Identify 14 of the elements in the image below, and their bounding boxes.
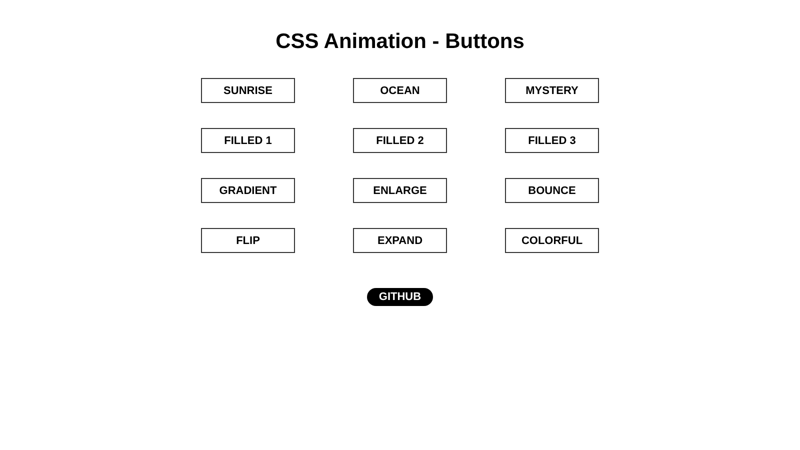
- github-link[interactable]: GITHUB: [366, 288, 434, 306]
- demo-button[interactable]: FILLED 2: [353, 128, 447, 153]
- demo-button[interactable]: OCEAN: [353, 78, 447, 103]
- demo-button[interactable]: EXPAND: [353, 228, 447, 253]
- demo-button[interactable]: FILLED 1: [201, 128, 295, 153]
- demo-button[interactable]: BOUNCE: [505, 178, 599, 203]
- demo-button[interactable]: MYSTERY: [505, 78, 599, 103]
- demo-button[interactable]: FLIP: [201, 228, 295, 253]
- demo-button[interactable]: FILLED 3: [505, 128, 599, 153]
- demo-button[interactable]: GRADIENT: [201, 178, 295, 203]
- demo-button[interactable]: ENLARGE: [353, 178, 447, 203]
- demo-button[interactable]: SUNRISE: [201, 78, 295, 103]
- demo-button[interactable]: COLORFUL: [505, 228, 599, 253]
- page-title: CSS Animation - Buttons: [276, 30, 524, 54]
